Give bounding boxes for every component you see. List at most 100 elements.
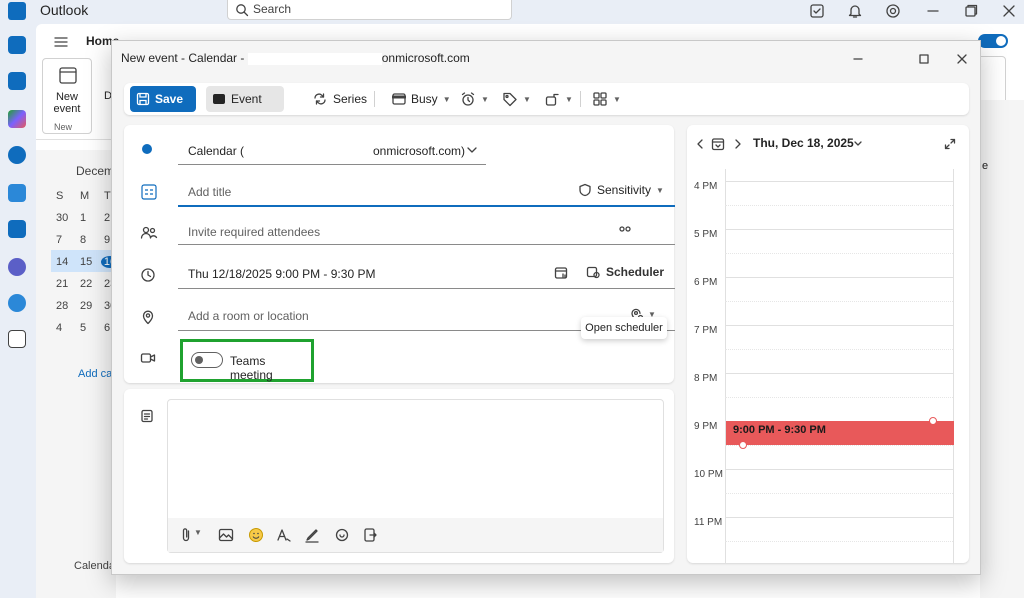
event-body: ▼	[124, 389, 674, 563]
event-toolbar: Save Event Series Busy ▼ ▼ ▼ ▼ ▼	[124, 83, 969, 115]
teams-meeting-toggle-row: Teams meeting	[180, 339, 314, 382]
notes-icon	[141, 409, 153, 423]
formatting-toolbar: ▼	[168, 518, 663, 552]
insert-icon[interactable]	[362, 527, 378, 543]
save-icon	[136, 92, 150, 106]
event-resize-handle[interactable]	[739, 441, 747, 449]
minimize-icon[interactable]	[924, 2, 942, 20]
hour-slot[interactable]: 4 PM	[687, 181, 953, 229]
lock-icon	[545, 93, 559, 106]
calendar-list-item[interactable]: Calenda	[74, 560, 115, 572]
calendar-color-dot	[142, 144, 152, 154]
format-text-icon[interactable]	[276, 527, 292, 543]
hamburger-icon[interactable]	[54, 36, 68, 48]
calendar-icon[interactable]	[8, 72, 26, 90]
save-button[interactable]: Save	[130, 86, 196, 112]
expand-icon[interactable]	[944, 138, 956, 150]
apps-icon[interactable]	[8, 330, 26, 348]
mail-icon[interactable]	[8, 36, 26, 54]
hour-label: 4 PM	[694, 181, 718, 192]
tag-icon	[503, 92, 517, 107]
description-editor[interactable]: ▼	[167, 399, 664, 553]
gear-icon[interactable]	[884, 2, 902, 20]
event-resize-handle[interactable]	[929, 417, 937, 425]
loop-icon[interactable]	[334, 527, 350, 543]
files-icon[interactable]	[8, 220, 26, 238]
today-icon[interactable]	[711, 137, 725, 151]
search-icon	[236, 4, 249, 17]
hour-slot[interactable]: 11 PM	[687, 517, 953, 563]
add-calendar-link[interactable]: Add ca	[78, 368, 112, 380]
hour-label: 5 PM	[694, 229, 718, 240]
onedrive-icon[interactable]	[8, 294, 26, 312]
app-name: Outlook	[40, 2, 89, 18]
attendees-icon	[140, 226, 158, 239]
emoji-icon[interactable]	[248, 527, 264, 543]
chevron-down-icon[interactable]	[853, 140, 863, 148]
event-form: Calendar ( onmicrosoft.com) Add title Se…	[124, 125, 675, 383]
hour-slot[interactable]: 5 PM	[687, 229, 953, 277]
sensitivity-dropdown[interactable]: Sensitivity ▼	[578, 183, 664, 197]
alarm-icon	[461, 92, 475, 106]
attach-icon[interactable]	[180, 527, 192, 543]
series-tab[interactable]: Series	[306, 86, 373, 112]
dialog-minimize-icon[interactable]	[848, 49, 868, 69]
more-options-dropdown[interactable]: ▼	[538, 86, 579, 112]
teams-meeting-toggle[interactable]	[191, 352, 223, 368]
hour-label: 8 PM	[694, 373, 718, 384]
calendar-select[interactable]: Calendar ( onmicrosoft.com)	[178, 135, 486, 165]
apps-dropdown[interactable]: ▼	[586, 86, 627, 112]
calendar-date[interactable]: Thu, Dec 18, 2025	[753, 136, 854, 150]
copilot-icon[interactable]	[8, 110, 26, 128]
calendar-view-icon[interactable]	[554, 266, 568, 280]
people-icon[interactable]	[8, 146, 26, 164]
restore-icon[interactable]	[962, 2, 980, 20]
new-group-label: New	[54, 122, 73, 132]
reminder-dropdown[interactable]: ▼	[454, 86, 495, 112]
datetime-field[interactable]: Thu 12/18/2025 9:00 PM - 9:30 PM Schedul…	[178, 259, 675, 289]
hour-slot[interactable]: 8 PM	[687, 373, 953, 421]
note-icon[interactable]	[808, 2, 826, 20]
busy-dropdown[interactable]: Busy ▼	[386, 86, 457, 112]
repeat-icon	[314, 93, 326, 105]
next-day-icon[interactable]	[733, 138, 743, 150]
busy-icon	[392, 93, 406, 105]
prev-day-icon[interactable]	[695, 138, 705, 150]
event-tab[interactable]: Event	[206, 86, 284, 112]
event-icon	[213, 94, 225, 104]
scheduler-icon	[586, 266, 600, 279]
todo-icon[interactable]	[8, 184, 26, 202]
title-input[interactable]: Add title Sensitivity ▼	[178, 177, 675, 207]
dialog-maximize-icon[interactable]	[914, 49, 934, 69]
clock-icon	[141, 268, 155, 282]
hour-slot[interactable]: 6 PM	[687, 277, 953, 325]
search-input[interactable]: Search	[227, 0, 512, 20]
dialog-title: New event - Calendar - onmicrosoft.com	[121, 51, 470, 65]
hour-slot[interactable]: 10 PM	[687, 469, 953, 517]
bell-icon[interactable]	[846, 2, 864, 20]
org-icon[interactable]	[8, 258, 26, 276]
title-bar: Outlook Search	[0, 0, 1024, 24]
close-icon[interactable]	[1000, 2, 1018, 20]
add-title-icon	[141, 184, 157, 200]
new-outlook-toggle[interactable]	[978, 34, 1008, 48]
shield-icon	[579, 183, 591, 197]
hour-label: 10 PM	[694, 469, 723, 480]
teams-meeting-label: Teams meeting	[230, 354, 273, 382]
app-rail	[0, 24, 34, 598]
attendees-input[interactable]: Invite required attendees	[178, 217, 675, 245]
calendar-event[interactable]: 9:00 PM - 9:30 PM	[726, 421, 954, 445]
scheduler-button[interactable]: Scheduler	[586, 265, 664, 279]
hour-label: 9 PM	[694, 421, 718, 432]
day-calendar-pane: Thu, Dec 18, 2025 4 PM 5 PM 6 PM 7 PM 8 PM 9 …	[687, 125, 969, 563]
image-icon[interactable]	[218, 527, 234, 543]
hour-label: 6 PM	[694, 277, 718, 288]
location-icon	[142, 310, 154, 325]
hour-slot[interactable]: 7 PM	[687, 325, 953, 373]
category-dropdown[interactable]: ▼	[496, 86, 537, 112]
mini-calendar: Decem S M T 3012 789 141516 212223 28293…	[36, 150, 121, 598]
draw-icon[interactable]	[304, 527, 320, 543]
scheduling-assistant-icon[interactable]	[618, 225, 632, 233]
hour-label: 7 PM	[694, 325, 718, 336]
dialog-close-icon[interactable]	[952, 49, 972, 69]
